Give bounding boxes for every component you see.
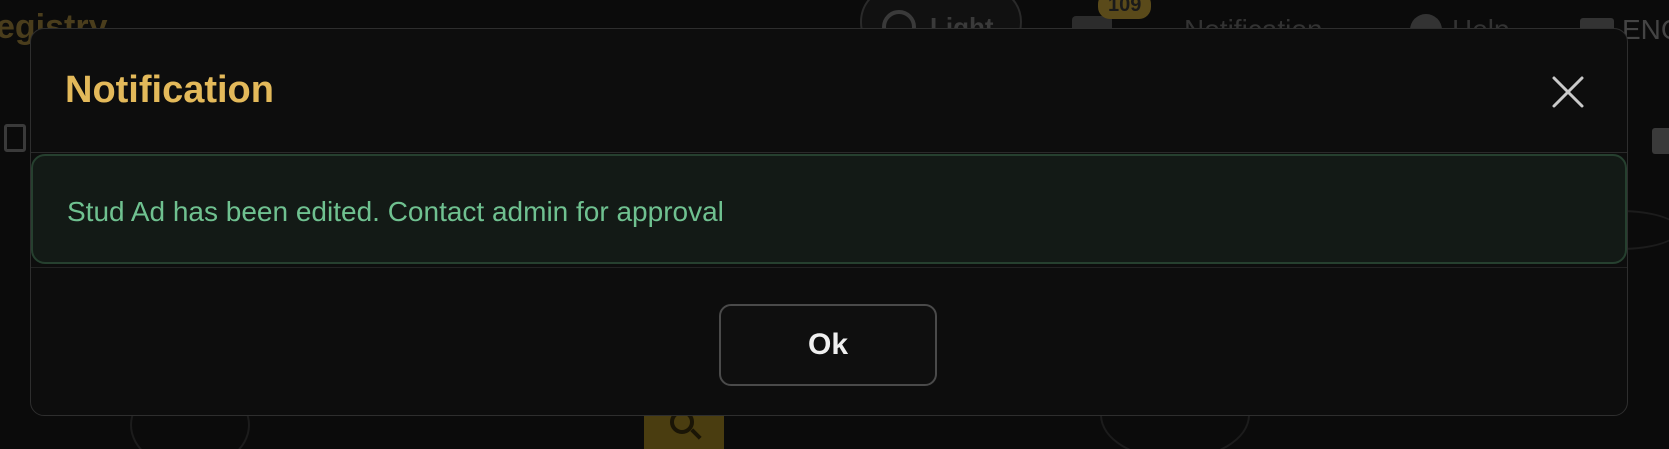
- language-selector[interactable]: ENG: [1622, 14, 1669, 46]
- bag-icon[interactable]: [1652, 128, 1669, 154]
- inbox-count-badge: 109: [1098, 0, 1152, 19]
- notification-modal: Notification Stud Ad has been edited. Co…: [30, 28, 1628, 416]
- close-button[interactable]: [1551, 75, 1585, 109]
- ok-button[interactable]: Ok: [719, 304, 937, 386]
- book-icon[interactable]: [4, 124, 26, 152]
- success-alert: Stud Ad has been edited. Contact admin f…: [31, 154, 1627, 264]
- modal-title: Notification: [65, 69, 274, 111]
- alert-message: Stud Ad has been edited. Contact admin f…: [67, 196, 724, 227]
- modal-header: Notification: [31, 29, 1627, 153]
- modal-footer: Ok: [31, 267, 1627, 415]
- close-icon: [1552, 76, 1584, 108]
